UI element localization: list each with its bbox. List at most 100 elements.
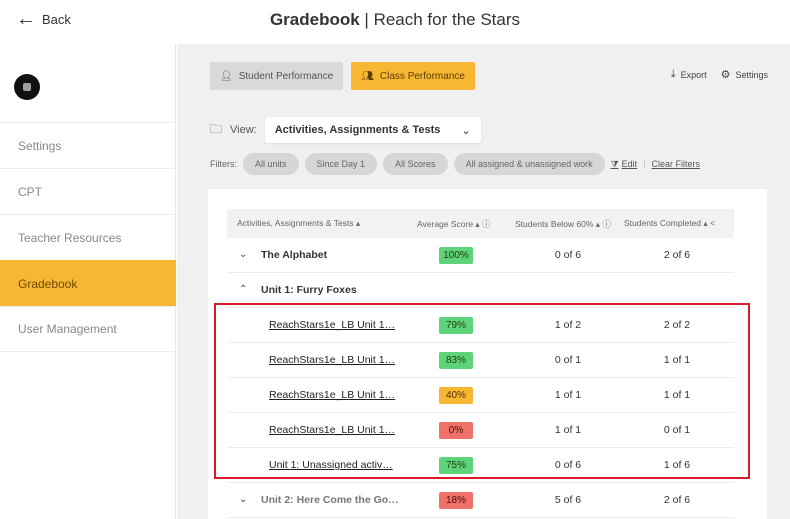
group-name: Unit 2: Here Come the Go… <box>261 494 399 506</box>
filters-row: Filters: All units Since Day 1 All Score… <box>210 153 700 175</box>
settings-button[interactable]: ⚙ Settings <box>721 68 768 81</box>
students-below-value: 1 of 1 <box>554 389 582 401</box>
students-completed-value: 2 of 6 <box>663 494 691 506</box>
table-header: Activities, Assignments & Tests ▴ Averag… <box>227 209 734 238</box>
group-name: Unit 1: Furry Foxes <box>261 284 357 296</box>
download-icon: ⤓ <box>670 68 676 80</box>
activity-link[interactable]: ReachStars1e_LB Unit 1… <box>269 389 395 401</box>
activity-link[interactable]: Unit 1: Unassigned activ… <box>269 459 393 471</box>
filter-chip-units[interactable]: All units <box>243 153 299 175</box>
table-row: ReachStars1e_LB Unit 1… 83% 0 of 1 1 of … <box>227 343 734 378</box>
person-icon: 👤︎ <box>220 70 233 82</box>
table-row: ReachStars1e_LB Unit 1… 0% 1 of 1 0 of 1 <box>227 413 734 448</box>
gradebook-table: Activities, Assignments & Tests ▴ Averag… <box>208 189 767 519</box>
table-row: ReachStars1e_LB Unit 1… 79% 1 of 2 2 of … <box>227 308 734 343</box>
activity-link[interactable]: ReachStars1e_LB Unit 1… <box>269 319 395 331</box>
page-title: Gradebook | Reach for the Stars <box>0 10 790 30</box>
students-completed-value: 2 of 6 <box>663 249 691 261</box>
students-below-value: 1 of 1 <box>554 424 582 436</box>
settings-label: Settings <box>735 69 768 80</box>
page-title-rest: | Reach for the Stars <box>359 10 521 29</box>
main-content: 👤︎ Student Performance 👥︎ Class Performa… <box>177 44 790 519</box>
table-group-row[interactable]: ⌄ The Alphabet 100% 0 of 6 2 of 6 <box>227 238 734 273</box>
group-icon: 👥︎ <box>361 70 374 82</box>
filter-chip-label: Since Day 1 <box>316 159 366 169</box>
column-header-completed[interactable]: Students Completed ▴ ˂ <box>624 218 715 229</box>
average-score-badge: 40% <box>439 387 473 404</box>
sidebar-nav: Settings CPT Teacher Resources Gradebook… <box>0 122 176 352</box>
filter-chip-label: All assigned & unassigned work <box>465 159 593 169</box>
students-below-value: 0 of 1 <box>554 354 582 366</box>
folder-icon: 🗀︎ <box>210 121 223 136</box>
clear-filters-label: Clear Filters <box>651 159 701 169</box>
column-header-name[interactable]: Activities, Assignments & Tests ▴ <box>237 218 360 229</box>
view-select-value: Activities, Assignments & Tests <box>274 124 441 136</box>
sidebar-item-label: Teacher Resources <box>18 230 122 245</box>
students-completed-value: 2 of 2 <box>663 319 691 331</box>
filters-label: Filters: <box>210 159 237 169</box>
sidebar: Settings CPT Teacher Resources Gradebook… <box>0 44 176 519</box>
export-label: Export <box>680 69 707 80</box>
toolbar-actions: ⤓ Export ⚙ Settings <box>671 68 768 81</box>
edit-filters-link[interactable]: ⧩ Edit <box>611 159 638 170</box>
sidebar-item-user-management[interactable]: User Management <box>0 306 176 352</box>
students-completed-value: 1 of 1 <box>663 354 691 366</box>
sidebar-item-teacher-resources[interactable]: Teacher Resources <box>0 214 176 260</box>
sidebar-item-settings[interactable]: Settings <box>0 122 176 168</box>
funnel-icon: ⧩ <box>610 158 619 169</box>
students-completed-value: 0 of 1 <box>663 424 691 436</box>
view-label: View: <box>230 124 257 136</box>
sidebar-item-label: User Management <box>18 322 117 336</box>
table-group-row[interactable]: ⌄ Unit 2: Here Come the Go… 18% 5 of 6 2… <box>227 483 734 518</box>
edit-filters-label: Edit <box>621 159 638 169</box>
sidebar-item-label: CPT <box>18 184 42 199</box>
chevron-down-icon: ⌄ <box>461 124 471 137</box>
gear-icon: ⚙ <box>720 69 731 81</box>
chevron-up-icon[interactable]: ⌃ <box>239 284 247 295</box>
view-row: 🗀︎ View: Activities, Assignments & Tests… <box>210 117 481 143</box>
tab-label: Student Performance <box>238 70 334 82</box>
students-completed-value: 1 of 6 <box>663 459 691 471</box>
sidebar-item-label: Settings <box>18 138 62 153</box>
average-score-badge: 79% <box>439 317 473 334</box>
students-below-value: 0 of 6 <box>554 459 582 471</box>
average-score-badge: 100% <box>439 247 473 264</box>
activity-link[interactable]: ReachStars1e_LB Unit 1… <box>269 424 395 436</box>
average-score-badge: 18% <box>439 492 473 509</box>
filter-chip-scores[interactable]: All Scores <box>383 153 448 175</box>
view-select[interactable]: Activities, Assignments & Tests ⌄ <box>264 117 481 143</box>
tab-student-performance[interactable]: 👤︎ Student Performance <box>210 62 344 90</box>
column-header-below[interactable]: Students Below 60% ▴ ⓘ <box>515 218 611 230</box>
group-name: The Alphabet <box>261 249 328 261</box>
average-score-badge: 75% <box>439 457 473 474</box>
chevron-down-icon[interactable]: ⌄ <box>239 249 247 260</box>
average-score-badge: 0% <box>439 422 473 439</box>
logo-icon[interactable] <box>14 74 40 100</box>
average-score-badge: 83% <box>439 352 473 369</box>
tab-label: Class Performance <box>379 70 465 82</box>
students-below-value: 1 of 2 <box>554 319 582 331</box>
performance-tabs: 👤︎ Student Performance 👥︎ Class Performa… <box>210 62 475 90</box>
column-header-average[interactable]: Average Score ▴ ⓘ <box>417 218 491 230</box>
page-title-bold: Gradebook <box>269 10 360 29</box>
top-bar: ← Back Gradebook | Reach for the Stars <box>0 0 790 44</box>
students-completed-value: 1 of 1 <box>663 389 691 401</box>
clear-filters-link[interactable]: Clear Filters <box>652 159 701 169</box>
filter-chip-label: All units <box>255 159 287 169</box>
chevron-down-icon[interactable]: ⌄ <box>239 494 247 505</box>
table-group-row[interactable]: ⌃ Unit 1: Furry Foxes <box>227 273 734 308</box>
filter-chip-date[interactable]: Since Day 1 <box>304 153 378 175</box>
students-below-value: 0 of 6 <box>554 249 582 261</box>
filter-chip-label: All Scores <box>395 159 436 169</box>
sidebar-item-cpt[interactable]: CPT <box>0 168 176 214</box>
divider: | <box>643 159 646 169</box>
sidebar-item-label: Gradebook <box>18 276 78 291</box>
tab-class-performance[interactable]: 👥︎ Class Performance <box>351 62 475 90</box>
sidebar-item-gradebook[interactable]: Gradebook <box>0 260 176 306</box>
activity-link[interactable]: ReachStars1e_LB Unit 1… <box>269 354 395 366</box>
filter-chip-work[interactable]: All assigned & unassigned work <box>453 153 605 175</box>
export-button[interactable]: ⤓ Export <box>671 68 707 81</box>
table-row: ReachStars1e_LB Unit 1… 40% 1 of 1 1 of … <box>227 378 734 413</box>
table-row: Unit 1: Unassigned activ… 75% 0 of 6 1 o… <box>227 448 734 483</box>
students-below-value: 5 of 6 <box>554 494 582 506</box>
